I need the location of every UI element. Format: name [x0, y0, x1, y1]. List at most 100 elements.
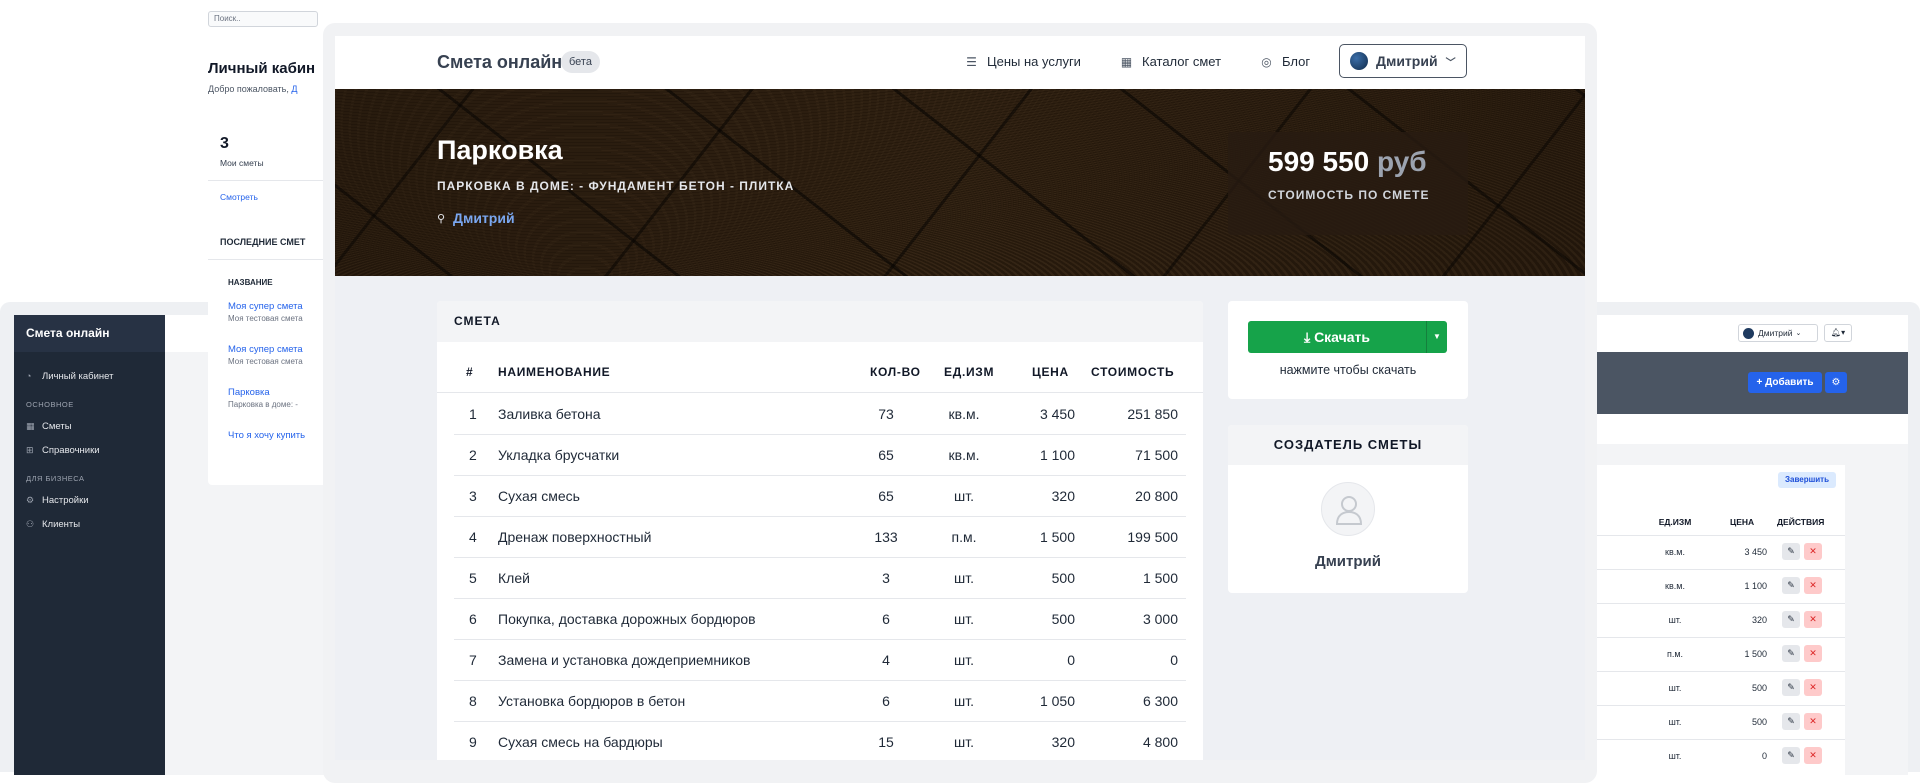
user-menu-button[interactable]: Дмитрий ﹀ — [1339, 44, 1467, 78]
unit-cell: шт. — [954, 488, 974, 504]
unit-cell: п.м. — [1666, 649, 1684, 659]
delete-button[interactable]: ✕ — [1804, 747, 1822, 764]
user-icon — [1335, 496, 1363, 525]
column-header-price: ЦЕНА — [1032, 365, 1069, 379]
total-cell: 6 300 — [1142, 693, 1178, 709]
bell-icon: 🔔︎▾ — [1830, 328, 1846, 337]
list-icon: ☰ — [966, 54, 977, 69]
estimate-description: Парковка в доме: - — [228, 400, 298, 409]
estimate-title: Парковка — [437, 135, 563, 165]
search-input[interactable]: Поиск.. — [208, 11, 318, 27]
chevron-down-icon: ﹀ — [1445, 57, 1456, 69]
delete-button[interactable]: ✕ — [1804, 543, 1822, 560]
price-cell: 320 — [1051, 734, 1075, 750]
author-link[interactable]: ⚲ Дмитрий — [437, 210, 515, 226]
nav-link-catalog[interactable]: ▦ Каталог смет — [1120, 54, 1221, 69]
price-cell: 320 — [1751, 615, 1767, 625]
pencil-icon: ✎ — [1787, 750, 1795, 760]
row-number: 2 — [469, 447, 477, 463]
dashboard-icon: ◔ — [26, 371, 32, 381]
calculator-icon: ▦ — [26, 421, 35, 431]
price-value: 599 550 — [1268, 146, 1370, 177]
close-icon: ✕ — [1809, 580, 1817, 590]
delete-button[interactable]: ✕ — [1804, 713, 1822, 730]
user-menu-button[interactable]: Дмитрий ⌄ — [1738, 324, 1818, 342]
estimate-link[interactable]: Что я хочу купить — [228, 430, 308, 441]
sidebar-brand[interactable]: Смета онлайн — [14, 315, 165, 352]
delete-button[interactable]: ✕ — [1804, 679, 1822, 696]
nav-link-prices[interactable]: ☰ Цены на услуги — [965, 54, 1081, 69]
sidebar-section-main: ОСНОВНОЕ — [26, 400, 74, 409]
edit-button[interactable]: ✎ — [1782, 713, 1800, 730]
sidebar-item-references[interactable]: ⊞ Справочники — [14, 438, 165, 462]
price-cell: 3 450 — [1039, 406, 1075, 422]
estimate-link[interactable]: Моя супер смета — [228, 344, 308, 355]
add-button[interactable]: + Добавить — [1748, 372, 1822, 393]
quantity-cell: 6 — [882, 611, 890, 627]
sidebar-item-label: Справочники — [42, 444, 100, 456]
table-row: 3 Сухая смесь 65 шт. 320 20 800 — [454, 476, 1186, 517]
sidebar-item-estimates[interactable]: ▦ Сметы — [14, 414, 165, 438]
quantity-cell: 133 — [874, 529, 898, 545]
sidebar-item-dashboard[interactable]: ◔ Личный кабинет — [14, 364, 165, 388]
item-name: Укладка брусчатки — [498, 447, 620, 463]
row-number: 1 — [469, 406, 477, 422]
edit-button[interactable]: ✎ — [1782, 611, 1800, 628]
close-icon: ✕ — [1809, 648, 1817, 658]
download-button-label[interactable]: ⤓ Скачать — [1248, 321, 1426, 353]
price-cell: 0 — [1067, 652, 1075, 668]
nav-link-label: Блог — [1282, 54, 1311, 69]
unit-cell: п.м. — [951, 529, 977, 545]
row-number: 3 — [469, 488, 477, 504]
sidebar-section-business: ДЛЯ БИЗНЕСА — [26, 474, 85, 483]
unit-cell: шт. — [954, 734, 974, 750]
price-cell: 500 — [1051, 611, 1075, 627]
estimate-link[interactable]: Моя супер смета — [228, 301, 308, 312]
download-button[interactable]: ⤓ Скачать ▼ — [1248, 321, 1447, 353]
creator-card-header: СОЗДАТЕЛЬ СМЕТЫ — [1228, 425, 1468, 465]
unit-cell: кв.м. — [1665, 581, 1685, 591]
calculator-icon: ▦ — [1120, 54, 1133, 69]
estimate-description: Моя тестовая смета — [228, 357, 303, 366]
list-item[interactable]: Моя супер смета Моя тестовая смета — [208, 340, 328, 383]
delete-button[interactable]: ✕ — [1804, 645, 1822, 662]
list-item[interactable]: Что я хочу купить — [208, 426, 328, 469]
price-cell: 1 500 — [1039, 529, 1075, 545]
list-item[interactable]: Парковка Парковка в доме: - — [208, 383, 328, 426]
page-title: Личный кабин — [208, 60, 316, 77]
estimate-link[interactable]: Парковка — [228, 387, 308, 398]
close-icon: ✕ — [1809, 614, 1817, 624]
table-row: 2 Укладка брусчатки 65 кв.м. 1 100 71 500 — [454, 435, 1186, 476]
sidebar-item-settings[interactable]: ⚙ Настройки — [14, 488, 165, 512]
unit-cell: шт. — [1668, 615, 1682, 625]
rss-icon: ◎ — [1261, 54, 1272, 69]
edit-button[interactable]: ✎ — [1782, 543, 1800, 560]
edit-button[interactable]: ✎ — [1782, 577, 1800, 594]
edit-button[interactable]: ✎ — [1782, 645, 1800, 662]
nav-link-blog[interactable]: ◎ Блог — [1260, 54, 1310, 69]
edit-button[interactable]: ✎ — [1782, 747, 1800, 764]
sidebar-item-label: Настройки — [42, 494, 89, 506]
right-toolbar — [1590, 414, 1908, 444]
edit-button[interactable]: ✎ — [1782, 679, 1800, 696]
view-link[interactable]: Смотреть — [220, 192, 258, 202]
unit-cell: шт. — [1668, 717, 1682, 727]
delete-button[interactable]: ✕ — [1804, 577, 1822, 594]
creator-card: СОЗДАТЕЛЬ СМЕТЫ Дмитрий — [1228, 425, 1468, 593]
welcome-user-link[interactable]: Д — [291, 84, 297, 94]
total-cell: 1 500 — [1142, 570, 1178, 586]
column-header-actions: ДЕЙСТВИЯ — [1777, 517, 1825, 527]
brand-logo[interactable]: Смета онлайн — [437, 52, 562, 73]
settings-button[interactable]: ⚙ — [1825, 372, 1847, 393]
table-row: шт. 500 ✎ ✕ — [1590, 705, 1845, 739]
pencil-icon: ✎ — [1787, 614, 1795, 624]
sidebar-item-clients[interactable]: ⚇ Клиенты — [14, 512, 165, 536]
table-row: 7 Замена и установка дождеприемников 4 шт. 0… — [454, 640, 1186, 681]
delete-button[interactable]: ✕ — [1804, 611, 1822, 628]
download-dropdown-toggle[interactable]: ▼ — [1426, 321, 1447, 353]
notifications-button[interactable]: 🔔︎▾ — [1824, 324, 1852, 342]
unit-cell: шт. — [954, 652, 974, 668]
finish-button[interactable]: Завершить — [1778, 472, 1836, 488]
caret-down-icon: ▼ — [1433, 332, 1441, 341]
list-item[interactable]: Моя супер смета Моя тестовая смета — [208, 297, 328, 340]
